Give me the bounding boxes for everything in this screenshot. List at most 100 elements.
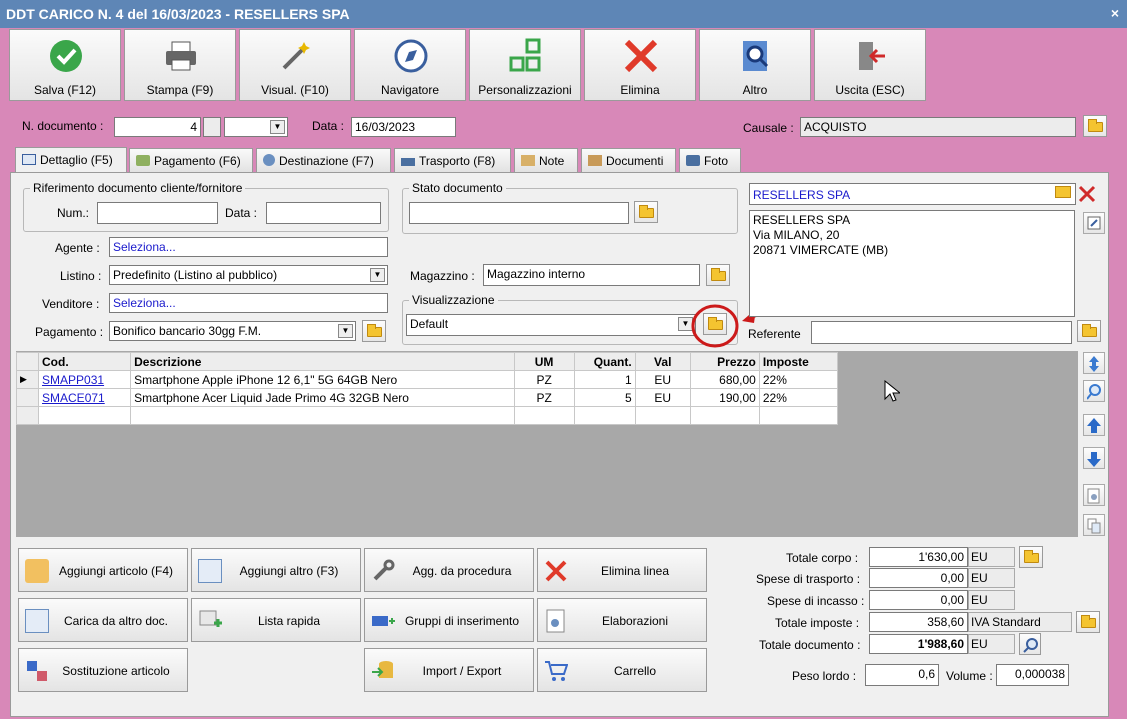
tab-documenti[interactable]: Documenti: [581, 148, 676, 172]
tab-foto[interactable]: Foto: [679, 148, 741, 172]
up-down-arrow-icon: [1089, 356, 1099, 372]
num-input[interactable]: [97, 202, 218, 224]
move-down-button[interactable]: [1083, 447, 1105, 469]
cell-imposte[interactable]: 22%: [758, 388, 839, 407]
venditore-input[interactable]: Seleziona...: [109, 293, 388, 313]
search-icon: [1087, 384, 1101, 400]
totale-corpo-label: Totale corpo :: [786, 551, 859, 565]
row-selector-header: [15, 352, 40, 371]
address-line: 20871 VIMERCATE (MB): [753, 243, 889, 257]
cell-prezzo[interactable]: 680,00: [689, 370, 760, 389]
col-prezzo[interactable]: Prezzo: [689, 352, 760, 371]
cell-val[interactable]: EU: [634, 370, 691, 389]
move-up-button[interactable]: [1083, 414, 1105, 436]
visualizzazione-title: Visualizzazione: [409, 293, 498, 307]
tab-pagamento[interactable]: Pagamento (F6): [129, 148, 253, 172]
visualizzazione-select[interactable]: Default ▼: [406, 314, 696, 336]
col-descrizione[interactable]: Descrizione: [130, 352, 515, 371]
stato-folder-button[interactable]: [634, 201, 658, 223]
folder-icon[interactable]: [1055, 186, 1071, 198]
pagamento-select[interactable]: Bonifico bancario 30gg F.M. ▼: [109, 321, 356, 341]
col-quant[interactable]: Quant.: [573, 352, 636, 371]
cell-val[interactable]: EU: [634, 388, 691, 407]
tab-destinazione[interactable]: Destinazione (F7): [256, 148, 391, 172]
n-documento-input[interactable]: 4: [114, 117, 201, 137]
cell-um[interactable]: PZ: [513, 370, 575, 389]
view-button[interactable]: Visual. (F10): [239, 29, 351, 101]
move-vertical-button[interactable]: [1083, 352, 1105, 374]
cell-descrizione[interactable]: Smartphone Apple iPhone 12 6,1" 5G 64GB …: [130, 370, 515, 389]
delete-button[interactable]: Elimina: [584, 29, 696, 101]
add-article-button[interactable]: Aggiungi articolo (F4): [18, 548, 188, 592]
edit-address-button[interactable]: [1083, 212, 1105, 234]
elaborations-button[interactable]: Elaborazioni: [537, 598, 707, 642]
imposte-folder-button[interactable]: [1076, 611, 1100, 633]
cell-um[interactable]: PZ: [513, 388, 575, 407]
zoom-total-button[interactable]: [1019, 633, 1041, 655]
totale-documento-value: 1'988,60: [869, 634, 968, 654]
cliente-name-field[interactable]: RESELLERS SPA: [749, 183, 1076, 205]
close-button[interactable]: ×: [1111, 5, 1119, 21]
other-button[interactable]: Altro: [699, 29, 811, 101]
table-row[interactable]: SMACE071 Smartphone Acer Liquid Jade Pri…: [15, 388, 839, 407]
volume-label: Volume :: [946, 669, 993, 683]
volume-input[interactable]: 0,000038: [996, 664, 1069, 686]
n-documento-suffix[interactable]: [203, 117, 221, 137]
referente-folder-button[interactable]: [1077, 320, 1101, 342]
magazzino-folder-button[interactable]: [706, 264, 730, 286]
load-other-doc-button[interactable]: Carica da altro doc.: [18, 598, 188, 642]
causale-input[interactable]: ACQUISTO: [800, 117, 1076, 137]
search-row-button[interactable]: [1083, 380, 1105, 402]
causale-folder-button[interactable]: [1083, 115, 1107, 137]
col-val[interactable]: Val: [634, 352, 691, 371]
col-cod[interactable]: Cod.: [38, 352, 132, 371]
table-row-empty[interactable]: [15, 406, 839, 425]
cell-cod-link[interactable]: SMAPP031: [38, 370, 132, 389]
cell-quant[interactable]: 1: [573, 370, 636, 389]
insert-groups-button[interactable]: Gruppi di inserimento: [364, 598, 534, 642]
cell-imposte[interactable]: 22%: [758, 370, 839, 389]
peso-lordo-input[interactable]: 0,6: [865, 664, 939, 686]
cell-prezzo[interactable]: 190,00: [689, 388, 760, 407]
referente-input[interactable]: [811, 321, 1072, 344]
tab-note[interactable]: Note: [514, 148, 578, 172]
exit-button[interactable]: Uscita (ESC): [814, 29, 926, 101]
remove-icon[interactable]: [1078, 185, 1096, 203]
delete-line-button[interactable]: Elimina linea: [537, 548, 707, 592]
cell-quant[interactable]: 5: [573, 388, 636, 407]
cell-descrizione[interactable]: Smartphone Acer Liquid Jade Primo 4G 32G…: [130, 388, 515, 407]
cell-cod-link[interactable]: SMACE071: [38, 388, 132, 407]
print-button[interactable]: Stampa (F9): [124, 29, 236, 101]
totale-corpo-folder-button[interactable]: [1019, 546, 1043, 568]
tab-dettaglio[interactable]: Dettaglio (F5): [15, 147, 127, 172]
col-um[interactable]: UM: [513, 352, 575, 371]
customizations-button[interactable]: Personalizzazioni: [469, 29, 581, 101]
copy-icon: [1087, 518, 1101, 534]
spese-incasso-value[interactable]: 0,00: [869, 590, 968, 610]
row-settings-button[interactable]: [1083, 484, 1105, 506]
import-export-button[interactable]: Import / Export: [364, 648, 534, 692]
stato-input[interactable]: [409, 202, 629, 224]
add-procedure-button[interactable]: Agg. da procedura: [364, 548, 534, 592]
agente-input[interactable]: Seleziona...: [109, 237, 388, 257]
tab-trasporto[interactable]: Trasporto (F8): [394, 148, 511, 172]
series-select[interactable]: ▼: [224, 117, 288, 137]
arrow-up-icon: [1087, 418, 1101, 433]
save-button[interactable]: Salva (F12): [9, 29, 121, 101]
listino-select[interactable]: Predefinito (Listino al pubblico) ▼: [109, 265, 388, 285]
quick-list-button[interactable]: Lista rapida: [191, 598, 361, 642]
magazzino-input[interactable]: Magazzino interno: [483, 264, 700, 286]
add-other-button[interactable]: Aggiungi altro (F3): [191, 548, 361, 592]
data-input[interactable]: 16/03/2023: [351, 117, 456, 137]
cart-button[interactable]: Carrello: [537, 648, 707, 692]
row-copy-button[interactable]: [1083, 514, 1105, 536]
print-label: Stampa (F9): [146, 83, 214, 97]
rif-data-input[interactable]: [266, 202, 381, 224]
pagamento-folder-button[interactable]: [362, 320, 386, 342]
globe-icon: [263, 154, 275, 166]
replace-article-button[interactable]: Sostituzione articolo: [18, 648, 188, 692]
table-row[interactable]: ▶ SMAPP031 Smartphone Apple iPhone 12 6,…: [15, 370, 839, 389]
col-imposte[interactable]: Imposte: [758, 352, 839, 371]
spese-trasporto-value[interactable]: 0,00: [869, 568, 968, 588]
navigator-button[interactable]: Navigatore: [354, 29, 466, 101]
